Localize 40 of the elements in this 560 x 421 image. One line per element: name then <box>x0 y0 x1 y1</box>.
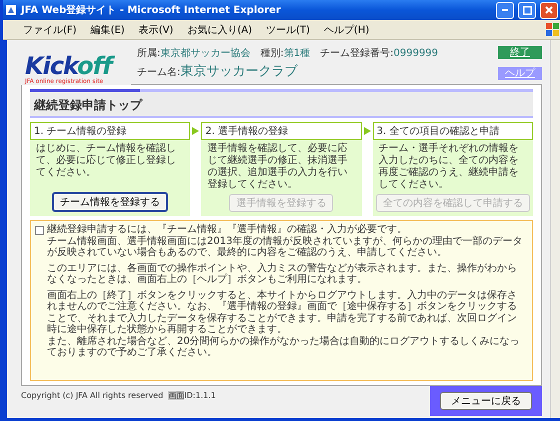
step-arrow-icon <box>192 127 200 135</box>
copyright-text: Copyright (c) JFA All rights reserved 画面ID:1.1.1 <box>21 390 216 401</box>
step-button[interactable]: チーム情報を登録する <box>52 192 168 212</box>
step-arrow-icon <box>364 127 371 135</box>
menu-item[interactable]: 表示(V) <box>132 22 180 36</box>
notice-paragraph: 画面右上の［終了］ボタンをクリックすると、本サイトからログアウトします。入力中のデータは保存されませんのでご注意ください。なお、『選手情報の登録』画面で［途中保存する］ボタンをクリックすることで、それまで入力したデータを保存することができます。申請を完了する前であれば、次回ログイン時に途中保存した状態から再開することができます。 <box>47 290 518 336</box>
info-field: チーム登録番号:0999999 <box>320 46 438 60</box>
info-field: 所属:東京都サッカー協会 <box>137 46 250 60</box>
close-button[interactable] <box>540 2 558 18</box>
logo-text: Kick <box>25 52 78 80</box>
logo-text: off <box>77 52 112 80</box>
menu-item[interactable]: ファイル(F) <box>17 22 83 36</box>
minimize-icon <box>502 9 508 11</box>
team-name: チーム名:東京サッカークラブ <box>137 63 298 80</box>
step-title: 2. 選手情報の登録 <box>201 122 362 140</box>
maximize-icon <box>522 6 532 14</box>
page-title: 継続登録申請トップ <box>34 98 142 112</box>
notice-paragraph: このエリアには、各画面での操作ポイントや、入力ミスの警告などが表示されます。また、操作がわからなくなったときは、画面右上の［ヘルプ］ボタンもご利用になれます。 <box>47 262 518 286</box>
notice-paragraph: チーム情報画面、選手情報画面には2013年度の情報が反映されていますが、何らかの理由で一部のデータが反映されていない場合もあるので、最終的に内容をご確認のうえ、申請してください。 <box>47 236 524 258</box>
step-text: はじめに、チーム情報を確認して、必要に応じて修正し登録してください。 <box>35 142 177 180</box>
notice-paragraph: また、離席された場合など、20分間何らかの操作がなかった場合は自動的にログアウトするしくみになっておりますので予めご了承ください。 <box>47 336 521 358</box>
menu-item[interactable]: 編集(E) <box>84 22 131 36</box>
windows-logo-icon <box>546 22 560 36</box>
step-title: 1. チーム情報の登録 <box>30 122 190 140</box>
info-field: 種別:第1種 <box>260 46 310 60</box>
step-text: 選手情報を確認して、必要に応じて継続選手の修正、抹消選手の選択、追加選手の入力を行い登録してください。 <box>206 142 348 192</box>
menu-item[interactable]: お気に入り(A) <box>181 22 258 36</box>
window-title: JFA Web登録サイト - Microsoft Internet Explorer <box>21 4 282 17</box>
step-title: 3. 全ての項目の確認と申請 <box>372 122 533 140</box>
step-text: チーム・選手それぞれの情報を入力したのちに、全ての内容を再度ご確認のうえ、継続申請をしてください。 <box>378 142 520 192</box>
close-icon <box>545 6 553 14</box>
browser-icon <box>5 4 17 16</box>
note-icon <box>35 226 44 235</box>
exit-button[interactable]: 終了 <box>498 46 542 59</box>
back-to-menu-button[interactable]: メニューに戻る <box>440 392 532 410</box>
menu-item[interactable]: ツール(T) <box>260 22 316 36</box>
minimize-button[interactable] <box>496 2 514 18</box>
notice-paragraph: 継続登録申請するには、『チーム情報』『選手情報』の確認・入力が必要です。 <box>47 224 408 236</box>
menu-item[interactable]: ヘルプ(H) <box>318 22 376 36</box>
maximize-button[interactable] <box>518 2 536 18</box>
